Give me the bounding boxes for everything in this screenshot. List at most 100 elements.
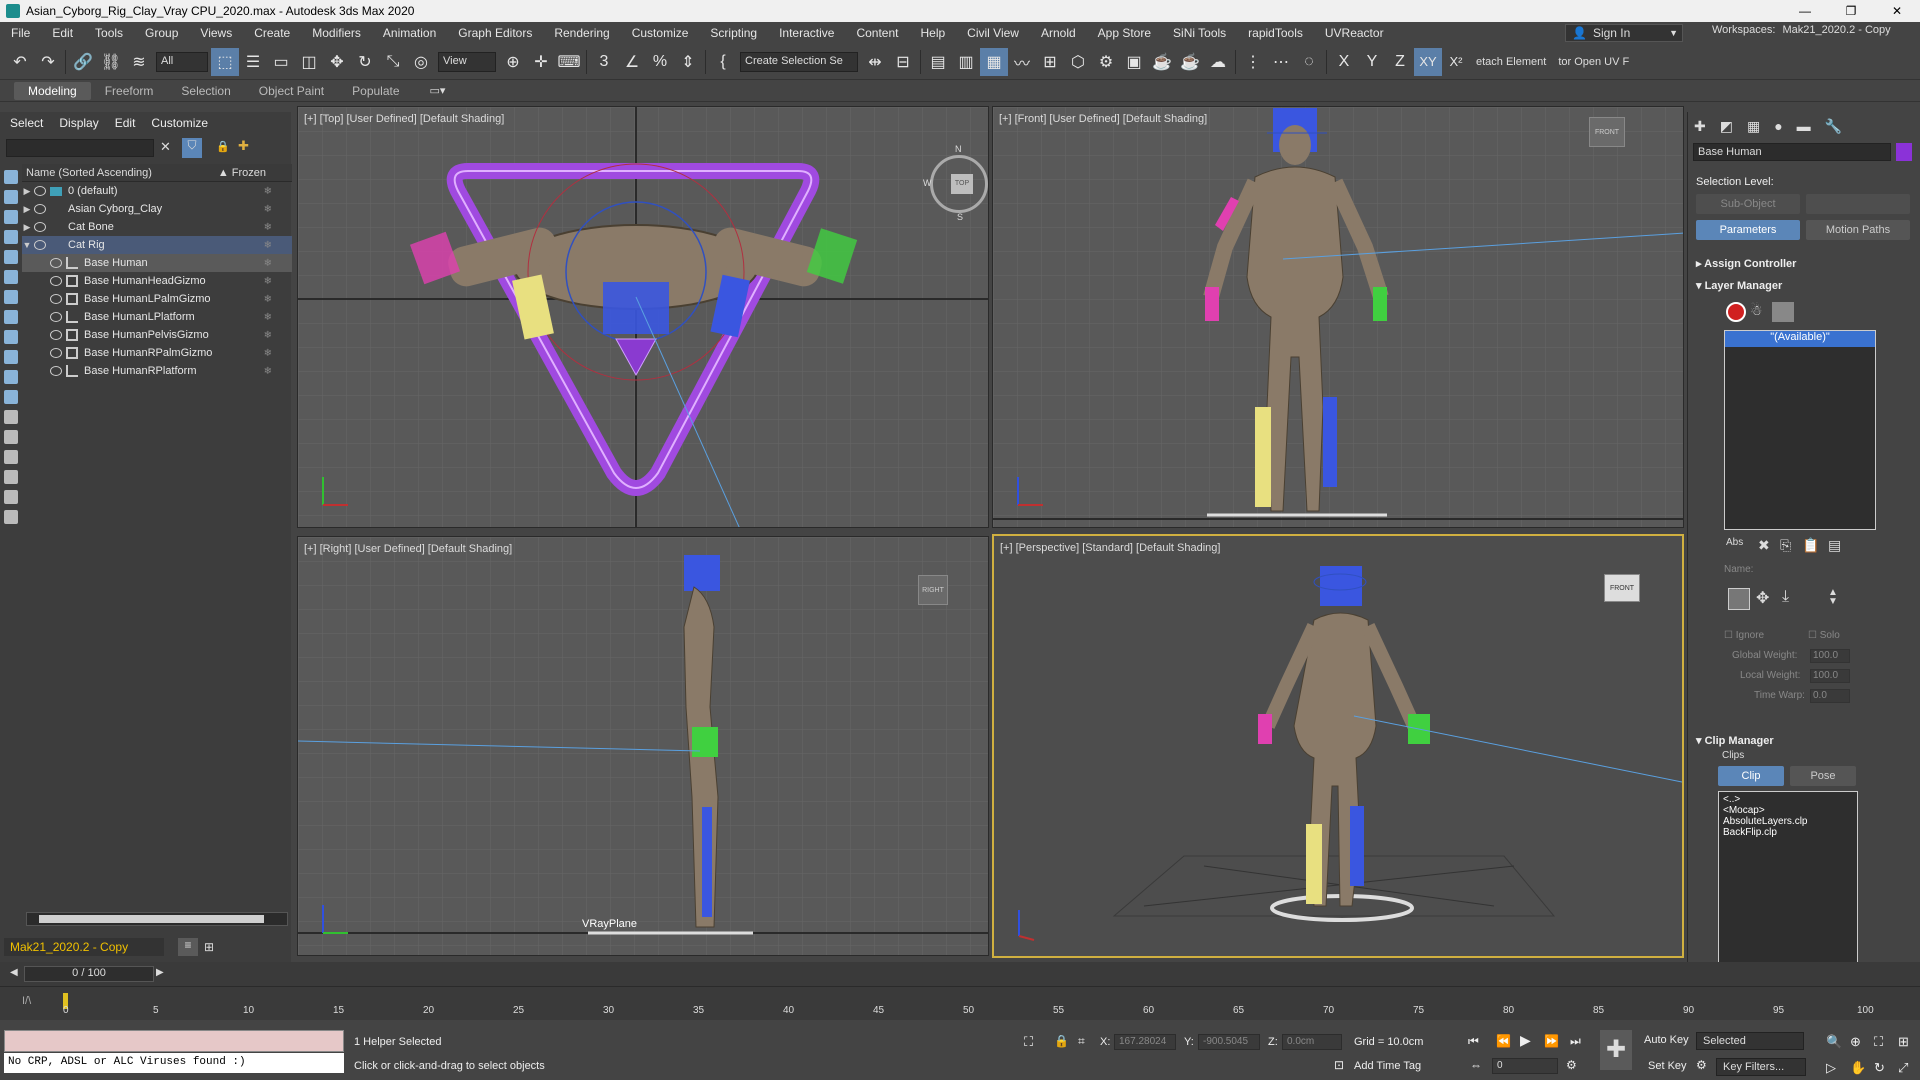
tab-object-paint[interactable]: Object Paint [245, 82, 338, 100]
mini-curve-editor-icon[interactable]: I/\ [22, 995, 31, 1007]
selection-filter-dropdown[interactable]: All [156, 51, 208, 72]
material-editor-icon[interactable]: ⬡ [1064, 48, 1092, 76]
freeze-icon[interactable]: ❄ [264, 312, 272, 323]
menu-modifiers[interactable]: Modifiers [301, 26, 372, 40]
previous-key-icon[interactable]: ⏪ [1496, 1034, 1511, 1048]
grid-icon[interactable]: ⋮ [1239, 48, 1267, 76]
render-production-icon[interactable]: ☕ [1148, 48, 1176, 76]
key-mode-dropdown[interactable]: Selected [1696, 1032, 1804, 1050]
toggle-ribbon-icon[interactable]: ▥ [952, 48, 980, 76]
tab-populate[interactable]: Populate [338, 82, 413, 100]
list-item[interactable]: ▶ Asian Cyborg_Clay ❄ [22, 200, 292, 218]
viewport-front[interactable]: [+] [Front] [User Defined] [Default Shad… [992, 106, 1684, 528]
scene-menu-edit[interactable]: Edit [115, 116, 136, 130]
display-space-warps-icon[interactable] [4, 270, 18, 284]
visibility-eye-icon[interactable] [34, 222, 46, 232]
close-button[interactable]: ✕ [1874, 0, 1920, 22]
layer-down-icon[interactable]: ⤓ [1782, 588, 1789, 606]
isolate-icon[interactable]: ◌ [1295, 48, 1323, 76]
spacing-icon[interactable]: ⋯ [1267, 48, 1295, 76]
global-weight-spinner[interactable]: 100.0 [1810, 649, 1850, 663]
menu-content[interactable]: Content [845, 26, 909, 40]
menu-customize[interactable]: Customize [621, 26, 700, 40]
scene-menu-select[interactable]: Select [10, 116, 43, 130]
menu-animation[interactable]: Animation [372, 26, 447, 40]
menu-civil-view[interactable]: Civil View [956, 26, 1030, 40]
display-tab-icon[interactable]: ▬ [1797, 118, 1811, 135]
maxscript-output[interactable]: No CRP, ADSL or ALC Viruses found :) [4, 1053, 344, 1073]
display-geometry-icon[interactable] [4, 170, 18, 184]
pan-view-icon[interactable]: ✋ [1850, 1060, 1866, 1076]
invert-display-icon[interactable] [4, 450, 18, 464]
sub-object-button[interactable]: Sub-Object [1696, 194, 1800, 214]
set-key-button[interactable]: Set Key [1648, 1060, 1687, 1072]
angle-snap-icon[interactable]: ∠ [618, 48, 646, 76]
freeze-icon[interactable]: ❄ [264, 276, 272, 287]
zoom-extents-icon[interactable]: ⛶ [1874, 1034, 1883, 1050]
menu-scripting[interactable]: Scripting [699, 26, 768, 40]
display-bones-icon[interactable] [4, 330, 18, 344]
viewport-label-perspective[interactable]: [+] [Perspective] [Standard] [Default Sh… [1000, 542, 1220, 554]
zoom-all-icon[interactable]: ⊕ [1850, 1034, 1861, 1050]
scene-search-input[interactable] [6, 139, 154, 157]
snaps-toggle-icon[interactable]: 3 [590, 48, 618, 76]
layer-list[interactable]: "(Available)" [1724, 330, 1876, 530]
viewcube-compass[interactable]: TOP N S E W [923, 144, 988, 222]
layer-color-icon[interactable] [1728, 588, 1750, 610]
selection-lock-icon[interactable]: 🔒 [1054, 1034, 1069, 1048]
list-item[interactable]: ▶ Cat Bone ❄ [22, 218, 292, 236]
reference-coordinate-dropdown[interactable]: View [438, 51, 496, 72]
layer-explorer-icon[interactable]: ▤ [924, 48, 952, 76]
time-warp-spinner[interactable]: 0.0 [1810, 689, 1850, 703]
viewport-label-top[interactable]: [+] [Top] [User Defined] [Default Shadin… [304, 113, 504, 125]
clip-tab-button[interactable]: Clip [1718, 766, 1784, 786]
menu-views[interactable]: Views [189, 26, 243, 40]
x-coordinate-field[interactable]: 167.28024 [1114, 1034, 1176, 1050]
layer-manager-rollout[interactable]: ▾ Layer Manager [1696, 279, 1782, 292]
motion-tab-icon[interactable]: ● [1774, 118, 1782, 135]
axis-y-button[interactable]: Y [1358, 48, 1386, 76]
motion-paths-button[interactable]: Motion Paths [1806, 220, 1910, 240]
display-xrefs-icon[interactable] [4, 310, 18, 324]
menu-rapidtools[interactable]: rapidTools [1237, 26, 1314, 40]
align-icon[interactable]: ⊟ [889, 48, 917, 76]
object-color-swatch[interactable] [1896, 143, 1912, 161]
visibility-eye-icon[interactable] [50, 312, 62, 322]
visibility-eye-icon[interactable] [50, 366, 62, 376]
redo-icon[interactable]: ↷ [34, 48, 62, 76]
freeze-icon[interactable]: ❄ [264, 222, 272, 233]
menu-arnold[interactable]: Arnold [1030, 26, 1087, 40]
list-item[interactable]: <..> [1723, 794, 1853, 805]
layer-list-item-available[interactable]: "(Available)" [1725, 331, 1875, 347]
up-down-arrows-icon[interactable]: ▲ ▼ [1828, 588, 1838, 607]
display-groups-icon[interactable] [4, 290, 18, 304]
visibility-eye-icon[interactable] [50, 258, 62, 268]
menu-edit[interactable]: Edit [41, 26, 84, 40]
filter-icon[interactable] [4, 490, 18, 504]
display-cameras-icon[interactable] [4, 230, 18, 244]
clip-list[interactable]: <..> <Mocap> AbsoluteLayers.clp BackFlip… [1718, 791, 1858, 963]
next-frame-icon[interactable]: ▶ [156, 967, 164, 978]
display-hidden-icon[interactable] [4, 390, 18, 404]
tab-selection[interactable]: Selection [167, 82, 244, 100]
menu-graph-editors[interactable]: Graph Editors [447, 26, 543, 40]
menu-create[interactable]: Create [243, 26, 301, 40]
sign-in-dropdown[interactable]: 👤 Sign In ▼ [1565, 24, 1683, 42]
expand-icon[interactable]: ▶ [22, 222, 32, 233]
scrollbar-thumb[interactable] [39, 915, 264, 923]
maximize-button[interactable]: ❐ [1828, 0, 1874, 22]
select-object-icon[interactable]: ⬚ [211, 47, 239, 76]
absolute-mode-icon[interactable]: ⌗ [1078, 1034, 1085, 1049]
key-filters-icon[interactable]: ⚙ [1696, 1058, 1707, 1072]
menu-rendering[interactable]: Rendering [543, 26, 620, 40]
freeze-icon[interactable]: ❄ [264, 294, 272, 305]
list-item[interactable]: Base Human ❄ [22, 254, 292, 272]
viewport-perspective[interactable]: [+] [Perspective] [Standard] [Default Sh… [992, 534, 1684, 958]
menu-uvreactor[interactable]: UVReactor [1314, 26, 1395, 40]
expand-icon[interactable]: ▶ [22, 186, 32, 197]
freeze-icon[interactable]: ❄ [264, 330, 272, 341]
list-item[interactable]: BackFlip.clp [1723, 827, 1853, 838]
visibility-eye-icon[interactable] [34, 186, 46, 196]
collapse-icon[interactable]: ▼ [22, 240, 32, 250]
orbit-icon[interactable]: ↻ [1874, 1060, 1885, 1076]
